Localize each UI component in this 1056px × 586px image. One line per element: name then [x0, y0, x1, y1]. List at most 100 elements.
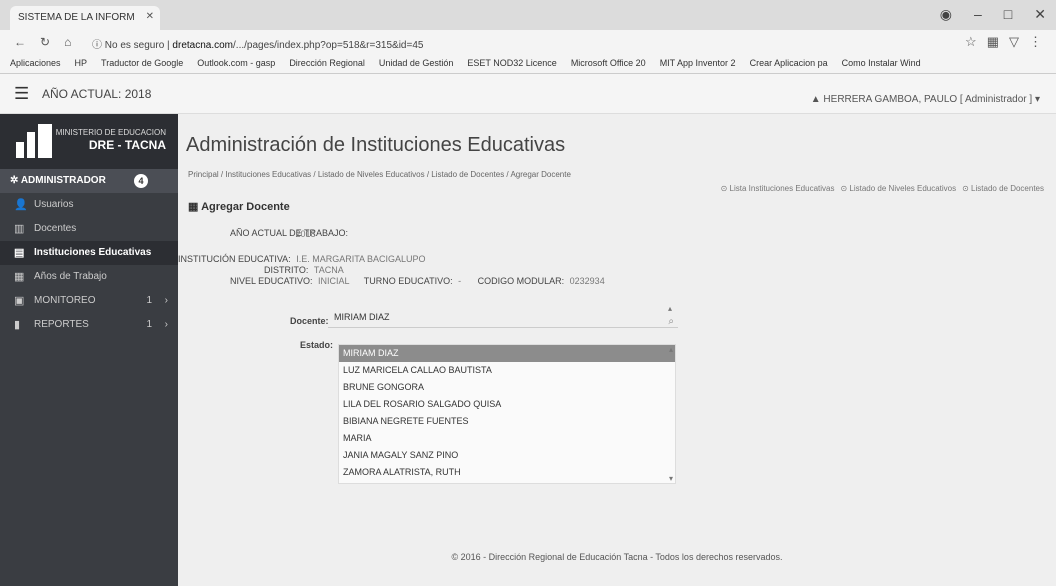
- bookmark-item[interactable]: MIT App Inventor 2: [660, 58, 736, 69]
- shortcut-link[interactable]: ⊙ Listado de Niveles Educativos: [840, 184, 956, 193]
- docente-option[interactable]: LILA DEL ROSARIO SALGADO QUISA: [339, 396, 675, 413]
- building-icon: ▤: [14, 247, 25, 259]
- info-year-label: AÑO ACTUAL DE TRABAJO:: [230, 228, 349, 238]
- bookmark-item[interactable]: Aplicaciones: [10, 58, 61, 69]
- calendar-icon: ▦: [14, 271, 25, 283]
- docente-selected-value: MIRIAM DIAZ: [334, 312, 390, 322]
- info-level: NIVEL EDUCATIVO: INICIAL TURNO EDUCATIVO…: [230, 276, 605, 286]
- docente-label: Docente:: [290, 316, 329, 326]
- hamburger-menu-icon[interactable]: ☰: [14, 84, 29, 104]
- chart-icon: ▮: [14, 319, 21, 331]
- breadcrumb-item[interactable]: Instituciones Educativas: [225, 170, 311, 179]
- scroll-down-icon[interactable]: ▾: [669, 474, 673, 483]
- address-bar: ← ↻ ⌂ ⓘ No es seguro | dretacna.com/.../…: [0, 30, 1056, 54]
- docente-dropdown-list: MIRIAM DIAZ LUZ MARICELA CALLAO BAUTISTA B…: [338, 344, 676, 484]
- user-avatar-icon: ▲: [810, 94, 821, 105]
- bookmark-item[interactable]: Microsoft Office 20: [571, 58, 646, 69]
- sidebar-item-reportes[interactable]: ▮ REPORTES 1 ›: [0, 313, 178, 337]
- home-icon[interactable]: ⌂: [64, 35, 71, 49]
- docente-option[interactable]: BIBIANA NEGRETE FUENTES: [339, 413, 675, 430]
- role-badge: 4: [134, 174, 148, 188]
- bookmark-item[interactable]: HP: [75, 58, 88, 69]
- sidebar-item-count: 1: [146, 319, 152, 330]
- brand-ministry: MINISTERIO DE EDUCACION: [55, 128, 166, 137]
- info-shift-value: -: [458, 276, 462, 286]
- browser-tab-bar: SISTEMA DE LA INFORM ✕ ◉ – □ ✕: [0, 0, 1056, 30]
- sidebar-item-usuarios[interactable]: 👤 Usuarios: [0, 193, 178, 217]
- sidebar-item-instituciones-educativas[interactable]: ▤ Instituciones Educativas: [0, 241, 178, 265]
- chevron-right-icon: ›: [164, 295, 168, 306]
- url-field[interactable]: ⓘ No es seguro | dretacna.com/.../pages/…: [92, 36, 423, 51]
- sidebar: MINISTERIO DE EDUCACION DRE - TACNA ✲ AD…: [0, 114, 178, 586]
- minimize-icon[interactable]: –: [974, 6, 982, 23]
- breadcrumb-item[interactable]: Listado de Docentes: [431, 170, 504, 179]
- bookmark-item[interactable]: Crear Aplicacion pa: [750, 58, 828, 69]
- docente-option[interactable]: MIRIAM DIAZ: [339, 345, 675, 362]
- nav-buttons: ← ↻ ⌂: [14, 35, 71, 49]
- brand-name: DRE - TACNA: [88, 138, 166, 153]
- sidebar-item-count: 1: [146, 295, 152, 306]
- role-label: ADMINISTRADOR: [20, 175, 106, 186]
- docente-option[interactable]: MARIA: [339, 430, 675, 447]
- shortcut-link[interactable]: ⊙ Lista Instituciones Educativas: [721, 184, 835, 193]
- docente-select[interactable]: MIRIAM DIAZ ▴ ⌕: [328, 304, 678, 328]
- info-district-value: TACNA: [313, 265, 344, 275]
- bookmark-item[interactable]: Traductor de Google: [101, 58, 183, 69]
- bookmark-item[interactable]: Outlook.com - gasp: [197, 58, 275, 69]
- close-window-icon[interactable]: ✕: [1034, 6, 1046, 23]
- sidebar-item-monitoreo[interactable]: ▣ MONITOREO 1 ›: [0, 289, 178, 313]
- bookmark-item[interactable]: ESET NOD32 Licence: [467, 58, 556, 69]
- app-header: ☰ AÑO ACTUAL: 2018 ▲ HERRERA GAMBOA, PAU…: [0, 74, 1056, 114]
- bookmark-item[interactable]: Unidad de Gestión: [379, 58, 454, 69]
- profile-icon[interactable]: ◉: [940, 6, 952, 23]
- user-name: HERRERA GAMBOA, PAULO [ Administrador ]: [823, 94, 1033, 105]
- shortcut-link[interactable]: ⊙ Listado de Docentes: [962, 184, 1044, 193]
- info-year: AÑO ACTUAL DE TRABAJO: 2018: [230, 228, 349, 239]
- close-tab-icon[interactable]: ✕: [146, 11, 154, 22]
- info-institution-label: INSTITUCIÓN EDUCATIVA:: [178, 254, 291, 264]
- sidebar-item-label: Usuarios: [34, 199, 74, 210]
- sidebar-item-docentes[interactable]: ▥ Docentes: [0, 217, 178, 241]
- window-controls: ◉ – □ ✕: [940, 6, 1046, 23]
- docente-option[interactable]: ZAMORA ALATRISTA, RUTH: [339, 464, 675, 481]
- info-level-label: NIVEL EDUCATIVO:: [230, 276, 313, 286]
- page-title: Administración de Instituciones Educativ…: [186, 134, 566, 156]
- ministry-logo-icon: [16, 124, 52, 158]
- back-icon[interactable]: ←: [14, 35, 26, 49]
- docente-option[interactable]: JANIA MAGALY SANZ PINO: [339, 447, 675, 464]
- sidebar-item-label: REPORTES: [34, 319, 89, 330]
- scroll-up-icon[interactable]: ▴: [669, 345, 673, 354]
- reload-icon[interactable]: ↻: [40, 35, 50, 49]
- teachers-icon: ▥: [14, 223, 25, 235]
- footer: © 2016 - Dirección Regional de Educación…: [451, 552, 783, 562]
- sidebar-item-label: Instituciones Educativas: [34, 247, 152, 258]
- menu-dots-icon[interactable]: ⋮: [1029, 34, 1042, 50]
- security-label: No es seguro: [104, 40, 165, 51]
- maximize-icon[interactable]: □: [1004, 6, 1012, 23]
- search-icon: ⌕: [668, 316, 674, 327]
- breadcrumb-item: Agregar Docente: [510, 170, 571, 179]
- shortcut-links: ⊙ Lista Instituciones Educativas ⊙ Listad…: [715, 184, 1044, 193]
- bookmark-item[interactable]: Como Instalar Wind: [842, 58, 921, 69]
- info-code-value: 0232934: [569, 276, 605, 286]
- user-menu[interactable]: ▲ HERRERA GAMBOA, PAULO [ Administrador …: [811, 94, 1040, 105]
- url-path: /.../pages/index.php?op=518&r=315&id=45: [233, 40, 424, 51]
- sidebar-item-a-os-de-trabajo[interactable]: ▦ Años de Trabajo: [0, 265, 178, 289]
- role-header[interactable]: ✲ ADMINISTRADOR 4: [0, 169, 178, 193]
- info-level-value: INICIAL: [318, 276, 350, 286]
- docente-option[interactable]: BRUNE GONGORA: [339, 379, 675, 396]
- info-shift-label: TURNO EDUCATIVO:: [363, 276, 453, 286]
- info-district-label: DISTRITO:: [264, 265, 309, 275]
- star-icon[interactable]: ☆: [965, 34, 977, 50]
- info-institution-value: I.E. MARGARITA BACIGALUPO: [296, 254, 426, 264]
- breadcrumb-item[interactable]: Listado de Niveles Educativos: [318, 170, 425, 179]
- extension-icon[interactable]: ▦: [987, 34, 999, 50]
- docente-option[interactable]: LUZ MARICELA CALLAO BAUTISTA: [339, 362, 675, 379]
- breadcrumb-item[interactable]: Principal: [188, 170, 219, 179]
- shield-icon[interactable]: ▽: [1009, 34, 1019, 50]
- users-icon: 👤: [14, 199, 28, 211]
- docente-option[interactable]: CASAS JIMENEZ, YENI MILAGROS: [339, 481, 675, 483]
- sidebar-item-label: MONITOREO: [34, 295, 96, 306]
- browser-tab[interactable]: SISTEMA DE LA INFORM ✕: [10, 6, 160, 30]
- bookmark-item[interactable]: Dirección Regional: [289, 58, 365, 69]
